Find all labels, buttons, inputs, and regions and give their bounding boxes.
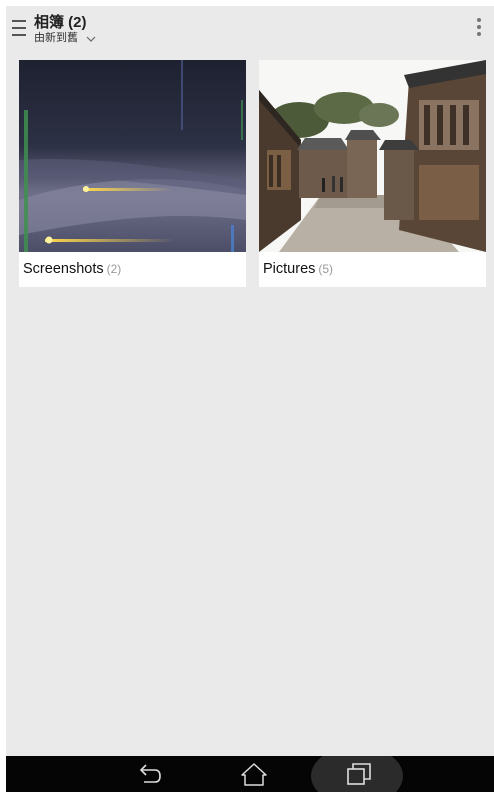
gallery-screen: 相簿 (2) 由新到舊 Screenshots (2) Pictures (5) [6, 6, 494, 756]
menu-icon[interactable] [12, 20, 26, 36]
album-thumbnail [259, 60, 486, 252]
album-thumbnail [19, 60, 246, 252]
chevron-down-icon [86, 36, 96, 42]
more-vertical-icon[interactable] [476, 18, 482, 40]
back-icon[interactable] [134, 761, 164, 787]
album-card-screenshots[interactable]: Screenshots (2) [19, 60, 246, 287]
recent-apps-icon[interactable] [344, 761, 374, 787]
action-bar: 相簿 (2) 由新到舊 [6, 6, 494, 54]
sort-selector[interactable]: 由新到舊 [34, 32, 96, 45]
home-icon[interactable] [239, 761, 269, 787]
album-card-pictures[interactable]: Pictures (5) [259, 60, 486, 287]
album-count: (2) [106, 262, 122, 276]
album-name: Pictures [263, 261, 316, 277]
page-title: 相簿 (2) [34, 14, 87, 31]
system-navigation-bar [6, 756, 494, 792]
album-name: Screenshots [23, 261, 104, 277]
album-count: (5) [318, 262, 334, 276]
sort-label: 由新到舊 [34, 32, 78, 44]
